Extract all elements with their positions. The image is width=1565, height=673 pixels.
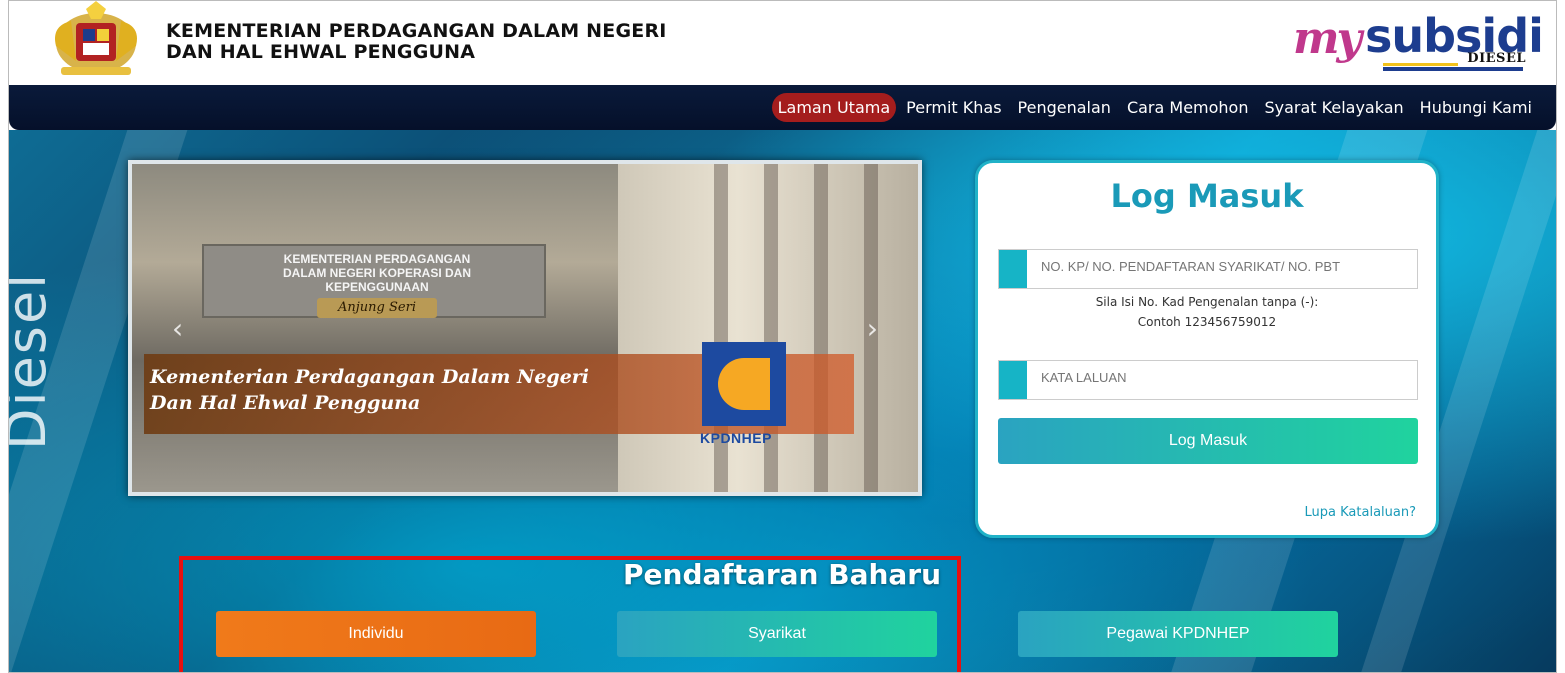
login-title: Log Masuk [1110,177,1304,215]
ministry-name: KEMENTERIAN PERDAGANGAN DALAM NEGERI DAN… [166,21,667,63]
carousel-caption: Kementerian Perdagangan Dalam Negeri Dan… [150,364,589,416]
login-button[interactable]: Log Masuk [998,418,1418,464]
id-field[interactable] [998,249,1418,289]
main-navigation: Laman Utama Permit Khas Pengenalan Cara … [9,85,1556,130]
brand-underline-yellow [1383,63,1458,66]
id-hint-line2: Contoh 123456759012 [1137,315,1277,329]
diesel-background-text: Diesel [8,271,58,450]
nav-item-laman-utama[interactable]: Laman Utama [771,93,897,122]
ministry-name-line2: DAN HAL EHWAL PENGGUNA [166,41,476,63]
brand-my: my [1293,13,1362,64]
id-input[interactable] [1039,258,1403,275]
nav-item-cara-memohon[interactable]: Cara Memohon [1121,93,1255,122]
password-field[interactable] [998,360,1418,400]
image-carousel[interactable]: KEMENTERIAN PERDAGANGAN DALAM NEGERI KOP… [128,160,922,496]
site-header: KEMENTERIAN PERDAGANGAN DALAM NEGERI DAN… [9,1,1556,85]
forgot-password-link[interactable]: Lupa Katalaluan? [1305,505,1416,520]
carousel-next-icon[interactable]: › [867,312,878,345]
ministry-name-line1: KEMENTERIAN PERDAGANGAN DALAM NEGERI [166,20,667,42]
coat-of-arms-logo [55,1,137,75]
brand-diesel: DIESEL [1467,51,1526,66]
nav-item-permit-khas[interactable]: Permit Khas [900,93,1007,122]
signboard-plaque: Anjung Seri [317,298,437,318]
page-frame: KEMENTERIAN PERDAGANGAN DALAM NEGERI DAN… [8,0,1557,673]
brand-underline-blue [1383,67,1523,71]
kpdnhep-logo-mark [718,358,770,410]
id-field-accent [999,250,1027,288]
building-column [814,164,828,492]
password-input[interactable] [1039,369,1403,386]
id-hint-line1: Sila Isi No. Kad Pengenalan tanpa (-): [1095,295,1319,309]
register-individu-button[interactable]: Individu [216,611,536,657]
register-syarikat-button[interactable]: Syarikat [617,611,937,657]
mysubsidi-logo: my subsidi DIESEL [1293,7,1544,77]
hero-section: Diesel KEMENTERIAN PERDAGANGAN DALAM NEG… [8,130,1556,672]
nav-item-hubungi-kami[interactable]: Hubungi Kami [1414,93,1538,122]
register-pegawai-button[interactable]: Pegawai KPDNHEP [1018,611,1338,657]
caption-line1: Kementerian Perdagangan Dalam Negeri [150,366,590,388]
login-panel: Log Masuk Sila Isi No. Kad Pengenalan ta… [975,160,1439,538]
signboard-text: KEMENTERIAN PERDAGANGAN DALAM NEGERI KOP… [282,252,471,294]
registration-title: Pendaftaran Baharu [623,558,942,591]
carousel-prev-icon[interactable]: ‹ [172,312,183,345]
nav-item-pengenalan[interactable]: Pengenalan [1012,93,1117,122]
caption-line2: Dan Hal Ehwal Pengguna [150,392,421,414]
kpdnhep-logo-label: KPDNHEP [700,430,772,446]
password-field-accent [999,361,1027,399]
nav-item-syarat-kelayakan[interactable]: Syarat Kelayakan [1258,93,1409,122]
